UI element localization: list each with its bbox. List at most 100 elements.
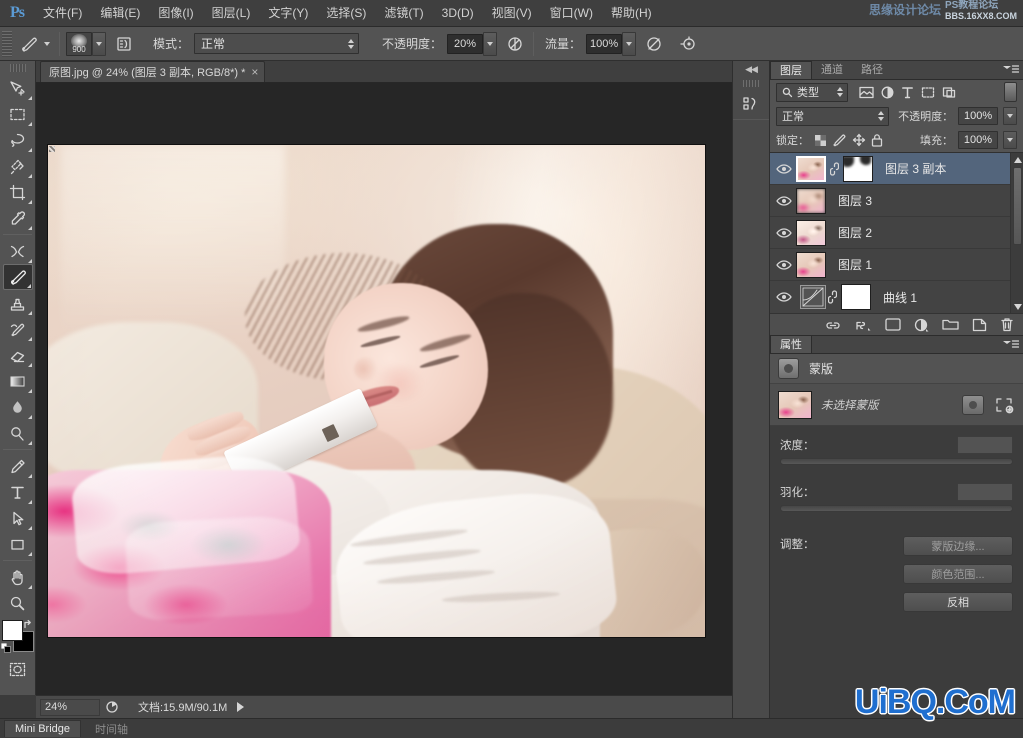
menu-select[interactable]: 选择(S): [317, 2, 375, 25]
shape-filter-icon[interactable]: [921, 86, 935, 99]
menu-type[interactable]: 文字(Y): [259, 2, 317, 25]
blend-mode-select[interactable]: 正常: [194, 33, 359, 54]
toolbox-grip[interactable]: [10, 64, 26, 72]
brush-preset-dropdown[interactable]: [92, 32, 106, 56]
document-tab[interactable]: 原图.jpg @ 24% (图层 3 副本, RGB/8*) * ×: [40, 61, 265, 82]
layer-style-fx-icon[interactable]: [854, 318, 872, 332]
layer-visibility-toggle[interactable]: [772, 227, 796, 239]
menu-filter[interactable]: 滤镜(T): [375, 2, 432, 25]
density-slider[interactable]: [780, 458, 1013, 465]
brush-tool[interactable]: [3, 264, 33, 290]
tab-channels[interactable]: 通道: [812, 61, 852, 79]
eyedropper-tool[interactable]: [3, 205, 33, 231]
color-swatches[interactable]: [2, 620, 34, 652]
history-brush-tool[interactable]: [3, 316, 33, 342]
airbrush-icon[interactable]: [676, 32, 700, 56]
vector-mask-icon[interactable]: [993, 395, 1015, 415]
layer-thumbnail[interactable]: [796, 220, 826, 246]
lock-transparency-icon[interactable]: [814, 134, 827, 147]
brush-panel-toggle-icon[interactable]: [112, 32, 136, 56]
layer-list-scrollbar[interactable]: [1010, 153, 1023, 313]
menu-help[interactable]: 帮助(H): [602, 2, 661, 25]
flow-field[interactable]: 100%: [586, 34, 622, 54]
thumbnail-icon[interactable]: [100, 695, 124, 719]
smartobject-filter-icon[interactable]: [942, 86, 956, 99]
options-bar-grip[interactable]: [2, 31, 12, 57]
crop-tool[interactable]: [3, 179, 33, 205]
layer-fill-field[interactable]: 100%: [958, 131, 998, 149]
link-icon[interactable]: [830, 162, 840, 176]
menu-layer[interactable]: 图层(L): [203, 2, 260, 25]
gradient-tool[interactable]: [3, 368, 33, 394]
layer-visibility-toggle[interactable]: [772, 291, 796, 303]
lock-all-icon[interactable]: [871, 133, 883, 147]
brush-tool-preset-chevron-icon[interactable]: [44, 42, 50, 46]
rectangle-tool[interactable]: [3, 531, 33, 557]
zoom-level-field[interactable]: 24%: [40, 699, 100, 716]
feather-value-field[interactable]: [957, 483, 1013, 501]
type-filter-icon[interactable]: [901, 86, 914, 99]
zoom-tool[interactable]: [3, 590, 33, 616]
healing-brush-tool[interactable]: [3, 238, 33, 264]
layer-visibility-toggle[interactable]: [772, 259, 796, 271]
pixel-filter-icon[interactable]: [859, 86, 874, 99]
path-selection-tool[interactable]: [3, 505, 33, 531]
pressure-opacity-icon[interactable]: [503, 32, 527, 56]
menu-file[interactable]: 文件(F): [34, 2, 91, 25]
foreground-color-swatch[interactable]: [2, 620, 23, 641]
layer-mask-thumbnail[interactable]: [843, 156, 873, 182]
table-row[interactable]: 图层 2: [770, 217, 1023, 249]
pixel-mask-icon[interactable]: [962, 395, 984, 415]
pen-tool[interactable]: [3, 453, 33, 479]
layer-mask-thumbnail[interactable]: [841, 284, 871, 310]
table-row[interactable]: 图层 1: [770, 249, 1023, 281]
canvas-viewport[interactable]: [36, 83, 732, 695]
hand-tool[interactable]: [3, 564, 33, 590]
panel-menu-icon[interactable]: [1003, 339, 1019, 350]
collapse-arrows-icon[interactable]: ◀◀: [733, 61, 769, 78]
history-actions-icon[interactable]: [733, 89, 767, 119]
table-row[interactable]: 图层 3 副本: [770, 153, 1023, 185]
invert-button[interactable]: 反相: [903, 592, 1013, 612]
color-range-button[interactable]: 颜色范围...: [903, 564, 1013, 584]
close-icon[interactable]: ×: [251, 67, 258, 77]
tab-paths[interactable]: 路径: [852, 61, 892, 79]
new-group-icon[interactable]: [942, 318, 959, 331]
blur-tool[interactable]: [3, 394, 33, 420]
tab-mini-bridge[interactable]: Mini Bridge: [4, 720, 81, 737]
layer-filter-kind-select[interactable]: 类型: [776, 83, 848, 102]
quick-selection-tool[interactable]: [3, 153, 33, 179]
menu-image[interactable]: 图像(I): [149, 2, 202, 25]
mask-edge-button[interactable]: 蒙版边缘...: [903, 536, 1013, 556]
layer-fill-dropdown[interactable]: [1003, 131, 1017, 149]
pressure-flow-icon[interactable]: [642, 32, 666, 56]
new-adjustment-layer-icon[interactable]: [914, 318, 929, 332]
mask-source-thumbnail[interactable]: [778, 391, 812, 419]
layer-opacity-field[interactable]: 100%: [958, 107, 998, 125]
layer-visibility-toggle[interactable]: [772, 195, 796, 207]
link-icon[interactable]: [828, 290, 838, 304]
opacity-dropdown[interactable]: [483, 32, 497, 56]
menu-window[interactable]: 窗口(W): [541, 2, 602, 25]
layer-visibility-toggle[interactable]: [772, 163, 796, 175]
mini-dock-grip[interactable]: [743, 80, 759, 87]
density-value-field[interactable]: [957, 436, 1013, 454]
delete-layer-icon[interactable]: [1000, 317, 1014, 332]
move-tool[interactable]: [3, 75, 33, 101]
type-tool[interactable]: [3, 479, 33, 505]
scroll-up-icon[interactable]: [1011, 153, 1023, 166]
dodge-tool[interactable]: [3, 420, 33, 446]
lock-image-icon[interactable]: [832, 133, 847, 147]
scrollbar-thumb[interactable]: [1013, 167, 1022, 245]
layer-thumbnail[interactable]: [796, 156, 826, 182]
feather-slider[interactable]: [780, 505, 1013, 512]
clone-stamp-tool[interactable]: [3, 290, 33, 316]
default-colors-icon[interactable]: [1, 643, 11, 653]
quick-mask-toggle[interactable]: [3, 656, 33, 682]
eraser-tool[interactable]: [3, 342, 33, 368]
menu-view[interactable]: 视图(V): [483, 2, 541, 25]
layer-blend-mode-select[interactable]: 正常: [776, 107, 889, 126]
layer-opacity-dropdown[interactable]: [1003, 107, 1017, 125]
tab-timeline[interactable]: 时间轴: [85, 719, 138, 738]
link-layers-icon[interactable]: [825, 318, 841, 332]
